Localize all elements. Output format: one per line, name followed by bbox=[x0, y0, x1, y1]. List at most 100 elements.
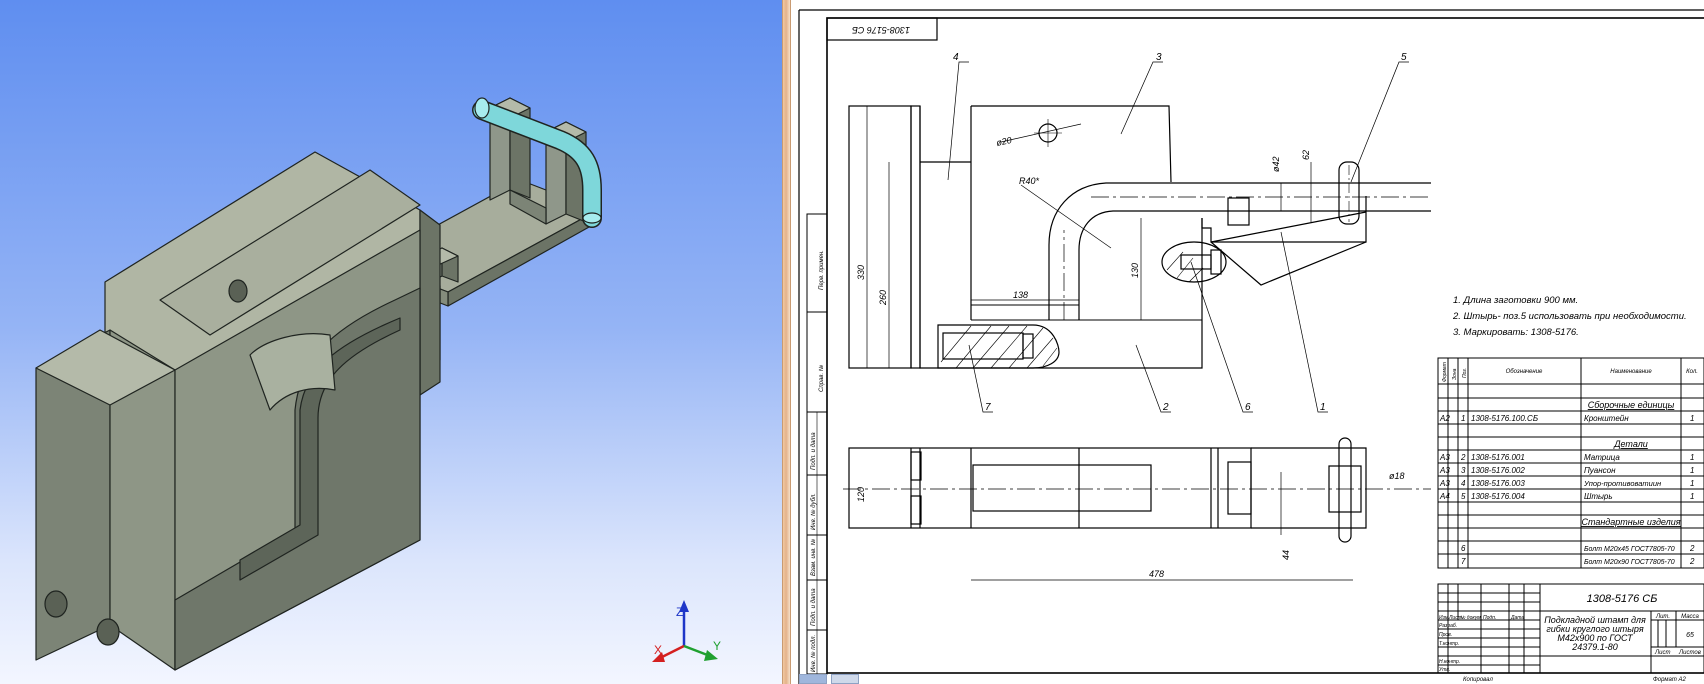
note-1: 1. Длина заготовки 900 мм. bbox=[1453, 295, 1578, 306]
svg-text:1: 1 bbox=[1690, 414, 1694, 423]
svg-text:№ докум.: № докум. bbox=[1460, 615, 1482, 621]
position-1: 1 bbox=[1320, 402, 1326, 413]
position-7: 7 bbox=[985, 402, 991, 413]
svg-text:1308-5176.001: 1308-5176.001 bbox=[1471, 453, 1525, 462]
svg-text:Штырь: Штырь bbox=[1584, 492, 1613, 501]
svg-text:Справ. №: Справ. № bbox=[818, 364, 825, 392]
axis-y-label: Y bbox=[713, 639, 721, 653]
svg-text:Перв. примен.: Перв. примен. bbox=[819, 250, 825, 290]
svg-text:Инв. № подл.: Инв. № подл. bbox=[810, 635, 817, 672]
svg-text:130: 130 bbox=[1130, 263, 1140, 278]
drawing-mass: 65 bbox=[1686, 632, 1694, 639]
svg-text:1: 1 bbox=[1690, 466, 1694, 475]
dimensions-front bbox=[866, 106, 1312, 368]
svg-text:Лист: Лист bbox=[1654, 650, 1670, 656]
svg-text:Копировал: Копировал bbox=[1463, 677, 1493, 683]
svg-text:1: 1 bbox=[1690, 453, 1694, 462]
svg-text:Н.контр.: Н.контр. bbox=[1439, 659, 1460, 665]
sheet-tab-2[interactable] bbox=[831, 674, 859, 684]
svg-text:2: 2 bbox=[1689, 544, 1695, 553]
svg-text:Масса: Масса bbox=[1681, 614, 1699, 620]
svg-text:А4: А4 bbox=[1439, 492, 1450, 501]
svg-text:Пуансон: Пуансон bbox=[1584, 466, 1616, 475]
top-stamp: 1308-5176 СБ bbox=[852, 25, 910, 35]
drawing-sheet[interactable]: 1308-5176 СБ Перв. примен. Справ. № Подп… bbox=[791, 0, 1704, 684]
svg-text:Матрица: Матрица bbox=[1584, 453, 1620, 462]
technical-notes: 1. Длина заготовки 900 мм. 2. Штырь- поз… bbox=[1452, 295, 1687, 338]
svg-text:ø18: ø18 bbox=[1389, 471, 1405, 481]
svg-text:478: 478 bbox=[1149, 569, 1164, 579]
bolt-hole-2 bbox=[96, 618, 120, 646]
svg-text:2: 2 bbox=[1689, 557, 1695, 566]
svg-text:Пров.: Пров. bbox=[1439, 632, 1452, 638]
svg-text:6: 6 bbox=[1461, 544, 1466, 553]
left-stamp: Перв. примен. Справ. № Подп. и дата Инв.… bbox=[806, 213, 828, 675]
svg-text:4: 4 bbox=[1461, 479, 1466, 488]
svg-text:Болт М20х90 ГОСТ7805-70: Болт М20х90 ГОСТ7805-70 bbox=[1584, 559, 1675, 566]
svg-text:138: 138 bbox=[1013, 290, 1028, 300]
svg-text:62: 62 bbox=[1301, 150, 1311, 160]
svg-text:1308-5176.003: 1308-5176.003 bbox=[1471, 479, 1525, 488]
svg-text:ø42: ø42 bbox=[1271, 156, 1281, 172]
svg-text:Зона: Зона bbox=[1452, 368, 1458, 380]
svg-text:Лит.: Лит. bbox=[1655, 614, 1670, 620]
svg-text:1308-5176.002: 1308-5176.002 bbox=[1471, 466, 1525, 475]
3d-model[interactable]: Z X Y bbox=[0, 0, 782, 684]
svg-text:Обозначение: Обозначение bbox=[1506, 369, 1543, 375]
note-2: 2. Штырь- поз.5 использовать при необход… bbox=[1452, 311, 1687, 322]
position-2: 2 bbox=[1162, 402, 1169, 413]
svg-text:Болт М20х45 ГОСТ7805-70: Болт М20х45 ГОСТ7805-70 bbox=[1584, 546, 1675, 553]
dimension-labels-front: 330 260 138 130 ø42 62 ø20 R40* bbox=[856, 135, 1311, 306]
svg-text:Формат А2: Формат А2 bbox=[1653, 677, 1686, 683]
svg-text:Утв.: Утв. bbox=[1439, 667, 1450, 673]
svg-text:ø20: ø20 bbox=[995, 135, 1012, 148]
specification-table: Формат Зона Поз. Обозначение Наименовани… bbox=[1437, 357, 1704, 569]
sheet-frame bbox=[826, 17, 1704, 674]
drawing-name-4: 24379.1-80 bbox=[1571, 642, 1618, 652]
position-5: 5 bbox=[1401, 52, 1407, 63]
svg-text:Подп.: Подп. bbox=[1483, 615, 1496, 621]
svg-text:Упор-противоватиин: Упор-противоватиин bbox=[1583, 479, 1661, 488]
top-hole bbox=[228, 279, 248, 303]
view-splitter[interactable] bbox=[782, 0, 791, 684]
svg-text:Формат: Формат bbox=[1442, 362, 1448, 382]
svg-text:260: 260 bbox=[878, 290, 888, 306]
svg-text:Стандартные изделия: Стандартные изделия bbox=[1581, 517, 1680, 527]
svg-text:7: 7 bbox=[1461, 557, 1466, 566]
svg-text:1: 1 bbox=[1461, 414, 1465, 423]
svg-text:2: 2 bbox=[1460, 453, 1466, 462]
svg-text:Разраб.: Разраб. bbox=[1439, 623, 1457, 629]
position-4: 4 bbox=[953, 52, 959, 63]
svg-text:А3: А3 bbox=[1439, 479, 1450, 488]
svg-text:А3: А3 bbox=[1439, 466, 1450, 475]
dimension-labels-top: 120 ø18 44 478 bbox=[856, 471, 1405, 579]
axis-z-label: Z bbox=[676, 605, 683, 619]
svg-text:3: 3 bbox=[1461, 466, 1466, 475]
svg-text:Детали: Детали bbox=[1613, 439, 1648, 449]
svg-text:Кол.: Кол. bbox=[1686, 369, 1698, 375]
top-view bbox=[843, 437, 1431, 581]
bolt-hole-1 bbox=[44, 590, 68, 618]
svg-text:330: 330 bbox=[856, 265, 866, 280]
svg-text:R40*: R40* bbox=[1019, 176, 1040, 186]
svg-text:Подп. и дата: Подп. и дата bbox=[811, 588, 817, 626]
svg-text:Т.контр.: Т.контр. bbox=[1439, 641, 1459, 647]
svg-text:Взам. инв. №: Взам. инв. № bbox=[810, 538, 817, 576]
svg-text:Дата: Дата bbox=[1510, 615, 1524, 621]
axis-x-label: X bbox=[654, 643, 662, 657]
svg-text:Поз.: Поз. bbox=[1462, 368, 1468, 378]
sheet-tab-1[interactable] bbox=[799, 674, 827, 684]
svg-text:Кронштейн: Кронштейн bbox=[1584, 414, 1629, 423]
svg-text:5: 5 bbox=[1461, 492, 1466, 501]
position-6: 6 bbox=[1245, 402, 1251, 413]
svg-text:Наименование: Наименование bbox=[1610, 369, 1652, 375]
3d-viewport[interactable]: Z X Y bbox=[0, 0, 782, 684]
svg-text:Инв. № дубл.: Инв. № дубл. bbox=[810, 493, 817, 530]
svg-text:1308-5176.100.СБ: 1308-5176.100.СБ bbox=[1471, 414, 1538, 423]
svg-text:120: 120 bbox=[856, 487, 866, 502]
drawing-code: 1308-5176 СБ bbox=[1587, 593, 1658, 605]
title-block: 1308-5176 СБ Подкладной штамп для гибки … bbox=[1437, 583, 1704, 683]
svg-text:А3: А3 bbox=[1439, 453, 1450, 462]
svg-text:44: 44 bbox=[1281, 550, 1291, 560]
svg-text:Сборочные единицы: Сборочные единицы bbox=[1588, 400, 1675, 410]
